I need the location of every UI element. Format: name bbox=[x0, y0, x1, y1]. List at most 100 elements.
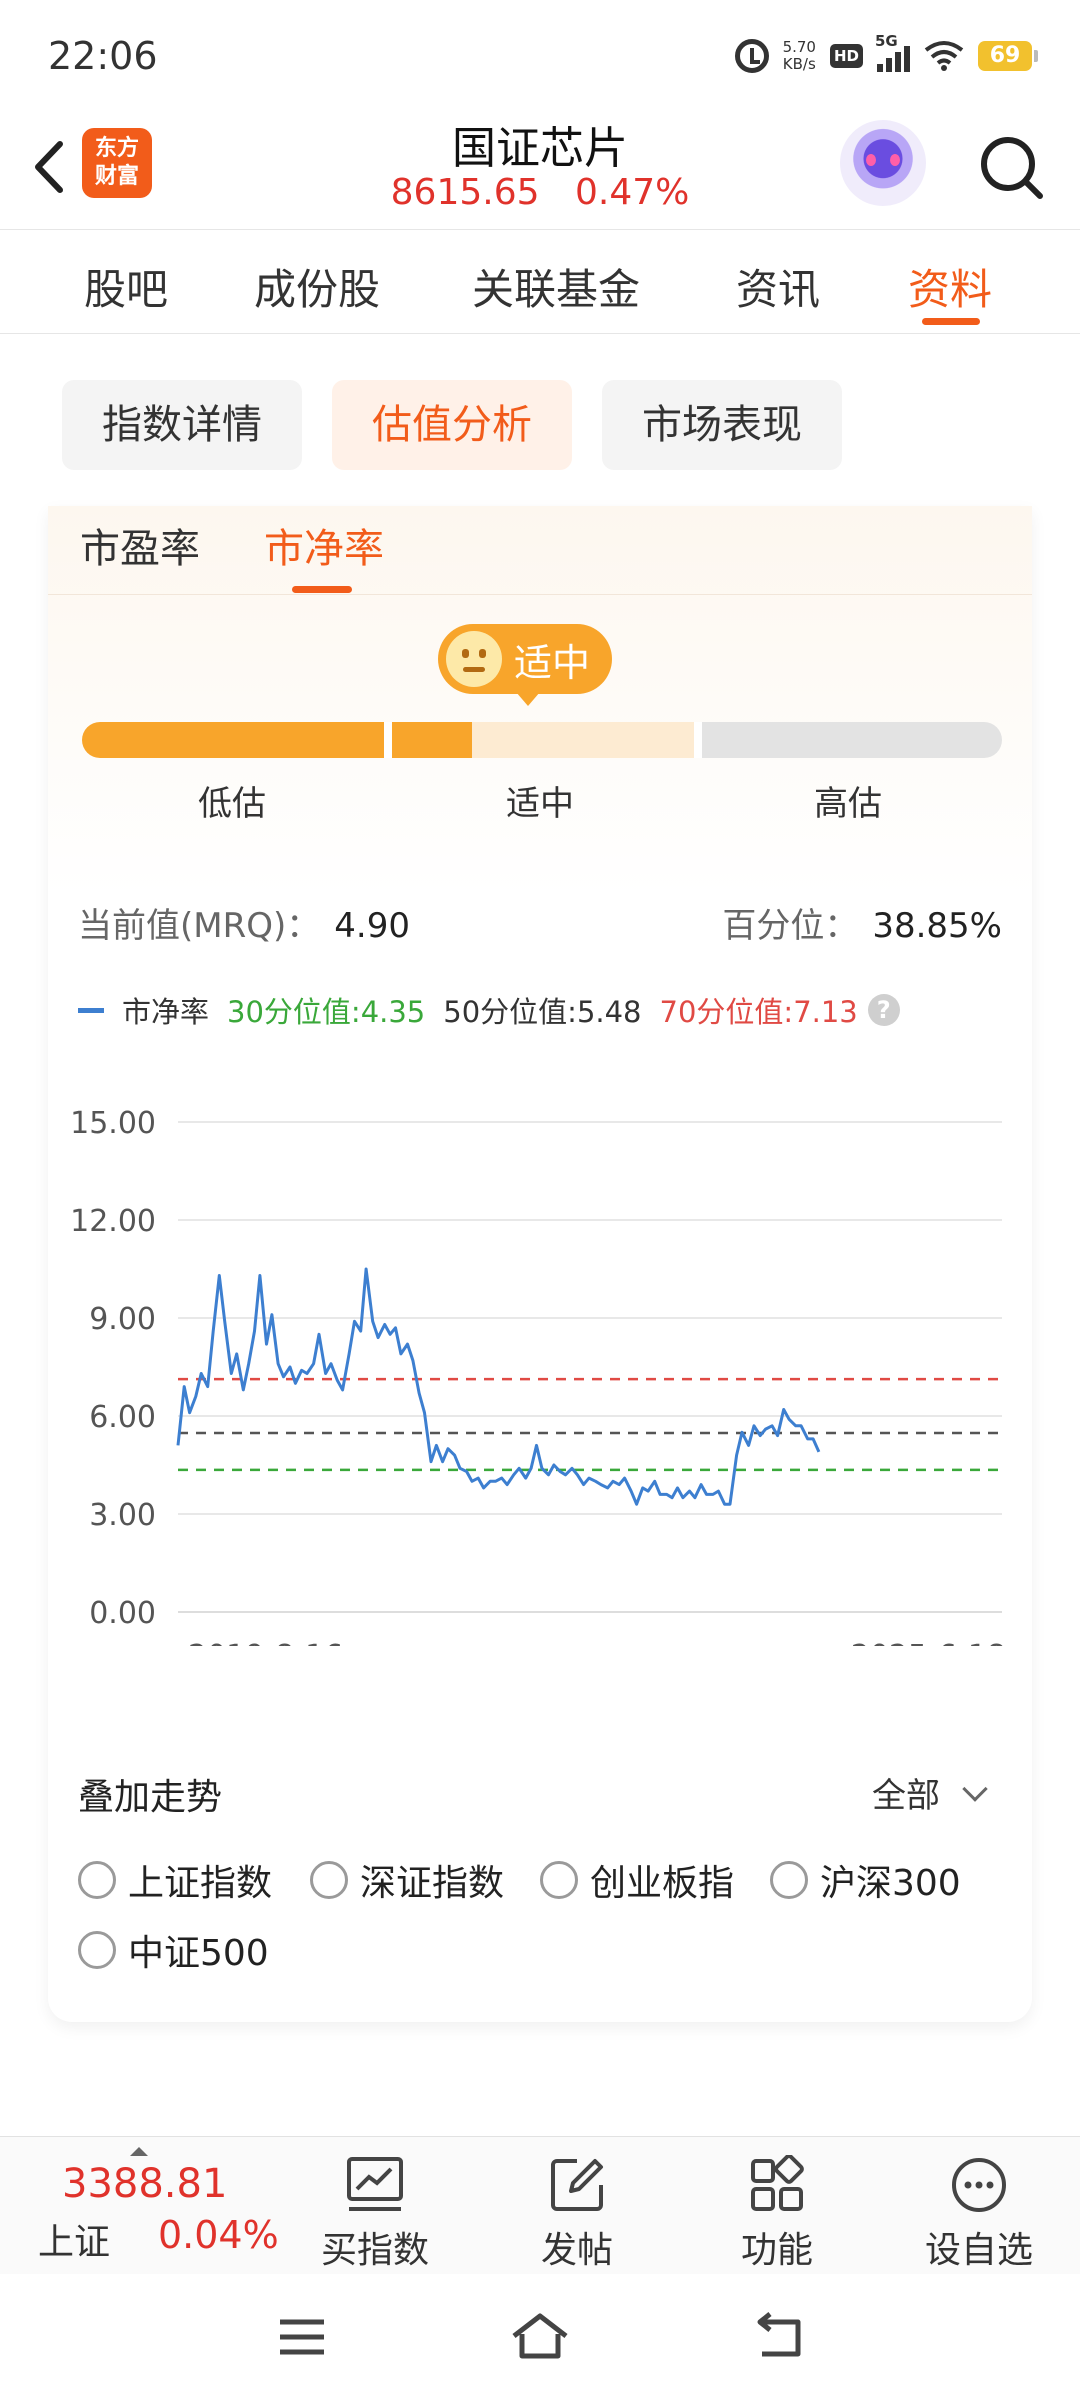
overlay-option-chinext[interactable]: 创业板指 bbox=[540, 1854, 734, 1906]
nav-buy-index[interactable]: 买指数 bbox=[300, 2147, 450, 2273]
overlay-option-shenzhen[interactable]: 深证指数 bbox=[310, 1854, 504, 1906]
home-icon[interactable] bbox=[510, 2310, 570, 2364]
chart-legend: 市净率 30分位值:4.35 50分位值:5.48 70分位值:7.13 ? bbox=[78, 990, 900, 1030]
more-icon bbox=[952, 2158, 1006, 2212]
nav-post[interactable]: 发帖 bbox=[502, 2147, 652, 2273]
valuation-badge: 适中 bbox=[438, 624, 612, 706]
subtab-index-details[interactable]: 指数详情 bbox=[62, 380, 302, 470]
net-speed-value: 5.70 bbox=[782, 38, 816, 56]
nav-functions-label: 功能 bbox=[740, 2230, 813, 2271]
nav-buy-index-label: 买指数 bbox=[320, 2230, 429, 2271]
valuation-bar bbox=[82, 722, 1002, 758]
network-type: 5G bbox=[875, 32, 898, 50]
legend-p30: 30分位值:4.35 bbox=[227, 995, 426, 1029]
net-speed-unit: KB/s bbox=[782, 55, 816, 73]
bar-label-high: 高估 bbox=[814, 784, 882, 824]
current-value: 当前值(MRQ)： 4.90 bbox=[78, 898, 410, 947]
subtab-market-performance[interactable]: 市场表现 bbox=[602, 380, 842, 470]
expand-up-icon[interactable] bbox=[130, 2147, 148, 2156]
card-tab-underline bbox=[292, 586, 352, 593]
bottom-bar: 3388.81 上证 0.04% 买指数 发帖 功能 设自选 bbox=[0, 2136, 1080, 2274]
chart-trend-icon bbox=[347, 2157, 403, 2211]
status-time: 22:06 bbox=[48, 34, 158, 78]
overlay-option-csi500[interactable]: 中证500 bbox=[78, 1924, 269, 1976]
search-icon[interactable] bbox=[976, 130, 1046, 206]
bar-label-mid: 适中 bbox=[506, 784, 574, 824]
net-speed: 5.70 KB/s bbox=[783, 39, 816, 73]
tab-underline bbox=[922, 318, 980, 325]
overlay-option-label: 沪深300 bbox=[820, 1863, 961, 1904]
overlay-option-csi300[interactable]: 沪深300 bbox=[770, 1854, 961, 1906]
status-icons: 5.70 KB/s HD 5G 69 bbox=[734, 32, 1038, 78]
back-icon[interactable] bbox=[750, 2310, 810, 2364]
tab-news[interactable]: 资讯 bbox=[736, 256, 820, 317]
y-tick-label: 12.00 bbox=[70, 1204, 156, 1239]
hd-icon: HD bbox=[829, 44, 863, 68]
percentile-number: 38.85% bbox=[872, 906, 1002, 946]
legend-swatch bbox=[78, 1007, 104, 1013]
nav-add-watchlist-label: 设自选 bbox=[924, 2230, 1033, 2271]
range-select[interactable]: 全部 bbox=[872, 1768, 988, 1817]
subtab-valuation[interactable]: 估值分析 bbox=[332, 380, 572, 470]
legend-series: 市净率 bbox=[122, 995, 210, 1029]
status-bar: 22:06 5.70 KB/s HD 5G 69 bbox=[0, 0, 1080, 110]
index-change: 0.47% bbox=[574, 172, 690, 213]
overlay-option-shanghai[interactable]: 上证指数 bbox=[78, 1854, 272, 1906]
overlay-title: 叠加走势 bbox=[78, 1777, 223, 1818]
range-value: 全部 bbox=[872, 1776, 940, 1816]
shanghai-index-name[interactable]: 上证 bbox=[38, 2213, 110, 2265]
valuation-badge-text: 适中 bbox=[514, 640, 591, 685]
radio-icon bbox=[770, 1861, 808, 1899]
edit-icon bbox=[551, 2159, 603, 2211]
y-tick-label: 9.00 bbox=[89, 1302, 156, 1337]
alarm-icon bbox=[734, 39, 769, 73]
nav-functions[interactable]: 功能 bbox=[702, 2147, 852, 2273]
main-tabs: 股吧 成份股 关联基金 资讯 资料 bbox=[0, 232, 1080, 334]
radio-icon bbox=[310, 1861, 348, 1899]
card-tab-pe[interactable]: 市盈率 bbox=[80, 516, 200, 574]
tab-constituents[interactable]: 成份股 bbox=[254, 256, 380, 317]
tab-guba[interactable]: 股吧 bbox=[84, 256, 168, 317]
menu-icon[interactable] bbox=[272, 2310, 332, 2364]
help-icon[interactable]: ? bbox=[867, 994, 900, 1026]
overlay-option-label: 创业板指 bbox=[590, 1863, 735, 1904]
percentile: 百分位： 38.85% bbox=[722, 898, 1002, 947]
legend-p50: 50分位值:5.48 bbox=[443, 995, 642, 1029]
shanghai-index-value[interactable]: 3388.81 bbox=[62, 2161, 227, 2207]
y-tick-label: 3.00 bbox=[89, 1498, 156, 1533]
current-value-number: 4.90 bbox=[334, 906, 410, 946]
overlay-option-label: 中证500 bbox=[128, 1933, 269, 1974]
bar-segment-low bbox=[82, 722, 384, 758]
x-tick-label: 2019-8-16 bbox=[188, 1639, 343, 1646]
overlay-option-label: 深证指数 bbox=[360, 1863, 505, 1904]
tab-profile[interactable]: 资料 bbox=[908, 256, 992, 317]
radio-icon bbox=[78, 1931, 116, 1969]
robot-avatar[interactable] bbox=[840, 120, 926, 206]
pb-chart: 15.00 12.00 9.00 6.00 3.00 0.00 2019-8-16 2025-… bbox=[70, 1106, 1006, 1646]
chevron-down-icon bbox=[962, 1775, 988, 1802]
percentile-label: 百分位： bbox=[722, 906, 859, 946]
legend-p70: 70分位值:7.13 bbox=[659, 995, 858, 1029]
card-tab-pb[interactable]: 市净率 bbox=[264, 516, 384, 574]
current-value-label: 当前值(MRQ)： bbox=[78, 906, 321, 946]
radio-icon bbox=[78, 1861, 116, 1899]
header: 东方 财富 国证芯片 8615.65 0.47% bbox=[0, 110, 1080, 230]
nav-add-watchlist[interactable]: 设自选 bbox=[904, 2147, 1054, 2273]
valuation-card: 市盈率 市净率 适中 低估 适中 高估 当前值(MRQ)： 4.90 百分位： 38… bbox=[48, 506, 1032, 2022]
system-navigation bbox=[0, 2274, 1080, 2400]
x-tick-label: 2025-6-18 bbox=[851, 1639, 1006, 1646]
index-price: 8615.65 bbox=[390, 172, 540, 213]
y-tick-label: 6.00 bbox=[89, 1400, 156, 1435]
bar-label-low: 低估 bbox=[198, 784, 266, 824]
y-tick-label: 15.00 bbox=[70, 1106, 156, 1141]
neutral-face-icon bbox=[446, 631, 502, 687]
overlay-option-label: 上证指数 bbox=[128, 1863, 273, 1904]
shanghai-index-change[interactable]: 0.04% bbox=[158, 2213, 279, 2257]
tab-related-funds[interactable]: 关联基金 bbox=[472, 256, 640, 317]
nav-post-label: 发帖 bbox=[540, 2230, 613, 2271]
wifi-icon bbox=[924, 41, 964, 71]
signal-icon: 5G bbox=[875, 32, 910, 72]
bar-segment-high bbox=[702, 722, 1002, 758]
bar-segment-mid bbox=[472, 722, 694, 758]
bar-segment-mid-fill bbox=[392, 722, 472, 758]
